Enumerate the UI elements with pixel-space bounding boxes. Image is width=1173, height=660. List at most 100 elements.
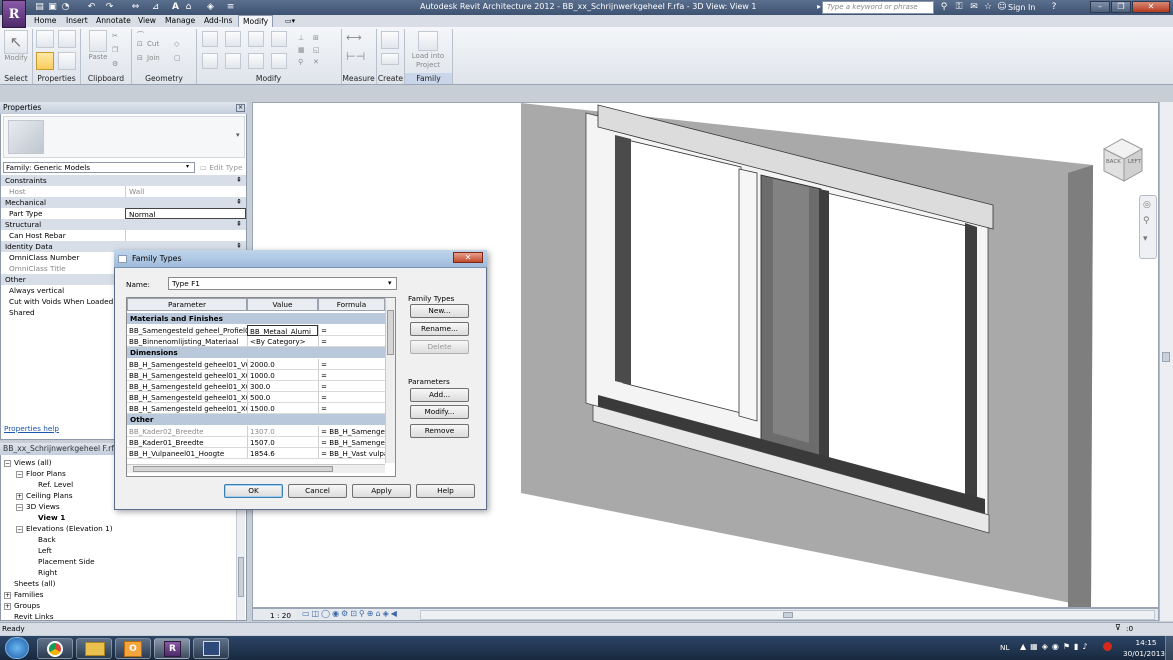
category-icon[interactable] [58,52,76,70]
scrollbar-thumb[interactable] [1162,352,1170,362]
copy-element-icon[interactable] [225,53,241,69]
edit-type-button[interactable]: ▭ Edit Type [200,163,242,172]
scale-icon[interactable]: ◱ [313,46,320,54]
parameter-formula-cell[interactable]: = [318,325,385,336]
parameter-value-cell[interactable]: 1307.0 [247,426,318,437]
type-name-select[interactable]: Type F1 [168,277,397,290]
move-icon[interactable] [202,53,218,69]
browser-item[interactable]: − Floor Plans [16,468,66,479]
view-scale[interactable]: 1 : 20 [270,611,291,620]
viewcube-left-label[interactable]: LEFT [1128,159,1141,165]
dialog-close-button[interactable]: ✕ [453,252,483,263]
collapse-icon[interactable]: ⇞ [236,197,242,208]
search-binoculars-icon[interactable]: ⚲ [938,1,950,13]
parameter-param-cell[interactable]: BB_Binnenomlijsting_Materiaal [127,336,247,347]
save-icon[interactable]: ▣ [47,2,58,13]
modify-button-label[interactable]: Modify [4,54,28,62]
sign-in-link[interactable]: Sign In [1008,3,1035,12]
load-into-label-2[interactable]: Project [406,61,450,69]
load-into-label-1[interactable]: Load into [406,52,450,60]
parameter-value-cell[interactable]: 1000.0 [247,370,318,381]
scrollbar-thumb[interactable] [133,466,333,472]
add-parameter-button[interactable]: Add... [410,388,469,402]
dimension-icon[interactable]: ⊢⊣ [346,50,365,63]
grid-horizontal-scrollbar[interactable] [127,464,385,473]
tag-icon[interactable]: ⊿ [150,2,161,13]
close-button[interactable]: ✕ [1132,1,1170,13]
ribbon-minimize-icon[interactable]: ▭▾ [281,15,299,27]
parameter-value-cell[interactable]: 1500.0 [247,403,318,414]
tab-add-ins[interactable]: Add-Ins [200,15,236,27]
collapse-icon[interactable]: − [16,503,23,511]
search-input[interactable]: Type a keyword or phrase [822,1,934,14]
steering-wheel-icon[interactable]: ◎ [1143,200,1151,210]
outlook-taskbar-button[interactable]: O [115,638,151,659]
family-selector[interactable]: Family: Generic Models [3,162,195,173]
demolish-icon[interactable]: ▢ [174,54,181,62]
parameter-value-cell[interactable]: 1507.0 [247,437,318,448]
parameter-param-cell[interactable]: BB_H_Samengesteld geheel01_X03 [127,381,247,392]
delete-type-button[interactable]: Delete [410,340,469,354]
rename-type-button[interactable]: Rename... [410,322,469,336]
start-button[interactable] [5,637,29,659]
parameter-value-cell[interactable]: <By Category> [247,336,318,347]
collapse-icon[interactable]: ⇞ [236,175,242,186]
parameter-param-cell[interactable]: BB_H_Vulpaneel01_Hoogte [127,448,247,459]
cope-icon[interactable]: ⊡ [137,40,143,48]
parameter-param-cell[interactable]: BB_Kader02_Breedte [127,426,247,437]
view-control-icons[interactable]: ▭◫◯◉⚙⊡⚲⊕⌂◈◀ [302,609,399,618]
modify-cursor-icon[interactable]: ↖ [4,30,28,54]
property-row[interactable]: Host Wall [1,186,246,197]
language-indicator[interactable]: NL [1000,643,1010,652]
property-row[interactable]: Part Type Normal [1,208,246,219]
parameter-formula-cell[interactable]: = [318,359,385,370]
browser-item[interactable]: Ref. Level [28,479,73,490]
communication-icon[interactable]: ✉ [968,1,980,13]
type-selector[interactable]: ▾ [3,116,245,158]
panel-title-modify[interactable]: Modify [197,73,340,84]
panel-title-geometry[interactable]: Geometry [133,73,195,84]
expand-icon[interactable]: + [4,591,11,599]
parameter-value-cell[interactable]: 500.0 [247,392,318,403]
panel-title-measure[interactable]: Measure [342,73,375,84]
load-into-project-icon[interactable] [418,31,438,51]
panel-title-properties[interactable]: Properties [33,73,80,84]
minimize-button[interactable]: – [1090,1,1110,13]
parameter-param-cell[interactable]: BB_H_Samengesteld geheel01_X01 [127,403,247,414]
parameter-param-cell[interactable]: BB_H_Samengesteld geheel01_X04 [127,370,247,381]
tab-modify[interactable]: Modify [238,15,274,27]
cancel-button[interactable]: Cancel [288,484,347,498]
help-icon[interactable]: ? [1048,1,1060,13]
panel-title-select[interactable]: Select [0,73,32,84]
paste-icon[interactable] [89,30,107,52]
filter-icon[interactable]: ⊽ [1115,623,1121,632]
section-icon[interactable]: ◈ [205,2,216,13]
property-value[interactable] [125,230,246,241]
property-row[interactable]: Can Host Rebar [1,230,246,241]
vertical-scrollbar[interactable] [1159,102,1173,621]
mirror-draw-axis-icon[interactable] [271,31,287,47]
browser-item[interactable]: −3D Views [16,501,60,512]
split-gap-icon[interactable]: ⊞ [313,34,319,42]
properties-toggle-icon[interactable] [36,52,54,70]
parameter-formula-cell[interactable]: = BB_H_Samengeste [318,437,385,448]
split-element-icon[interactable]: ⊥ [298,34,304,42]
clock-date[interactable]: 30/01/2013 [1120,649,1168,658]
parameter-param-cell[interactable]: BB_Samengesteld geheel_Profiel01_ [127,325,247,336]
parameter-group-header[interactable]: Other [127,414,385,425]
scrollbar-thumb[interactable] [387,310,394,355]
browser-item[interactable]: Back [28,534,56,545]
trim-extend-icon[interactable] [271,53,287,69]
browser-item[interactable]: Sheets (all) [4,578,55,589]
ok-button[interactable]: OK [224,484,283,498]
help-button[interactable]: Help [416,484,475,498]
match-type-icon[interactable]: ⚙ [112,60,118,68]
pin-icon[interactable]: ⚲ [298,58,303,66]
new-type-button[interactable]: New... [410,304,469,318]
browser-item[interactable]: Left [28,545,52,556]
scrollbar-thumb[interactable] [238,557,244,597]
viewcube[interactable]: BACK LEFT [1100,137,1146,183]
explorer-taskbar-button[interactable] [76,638,112,659]
cut-geometry-button[interactable]: Cut [147,40,159,48]
browser-item[interactable]: − Views (all) [4,457,52,468]
